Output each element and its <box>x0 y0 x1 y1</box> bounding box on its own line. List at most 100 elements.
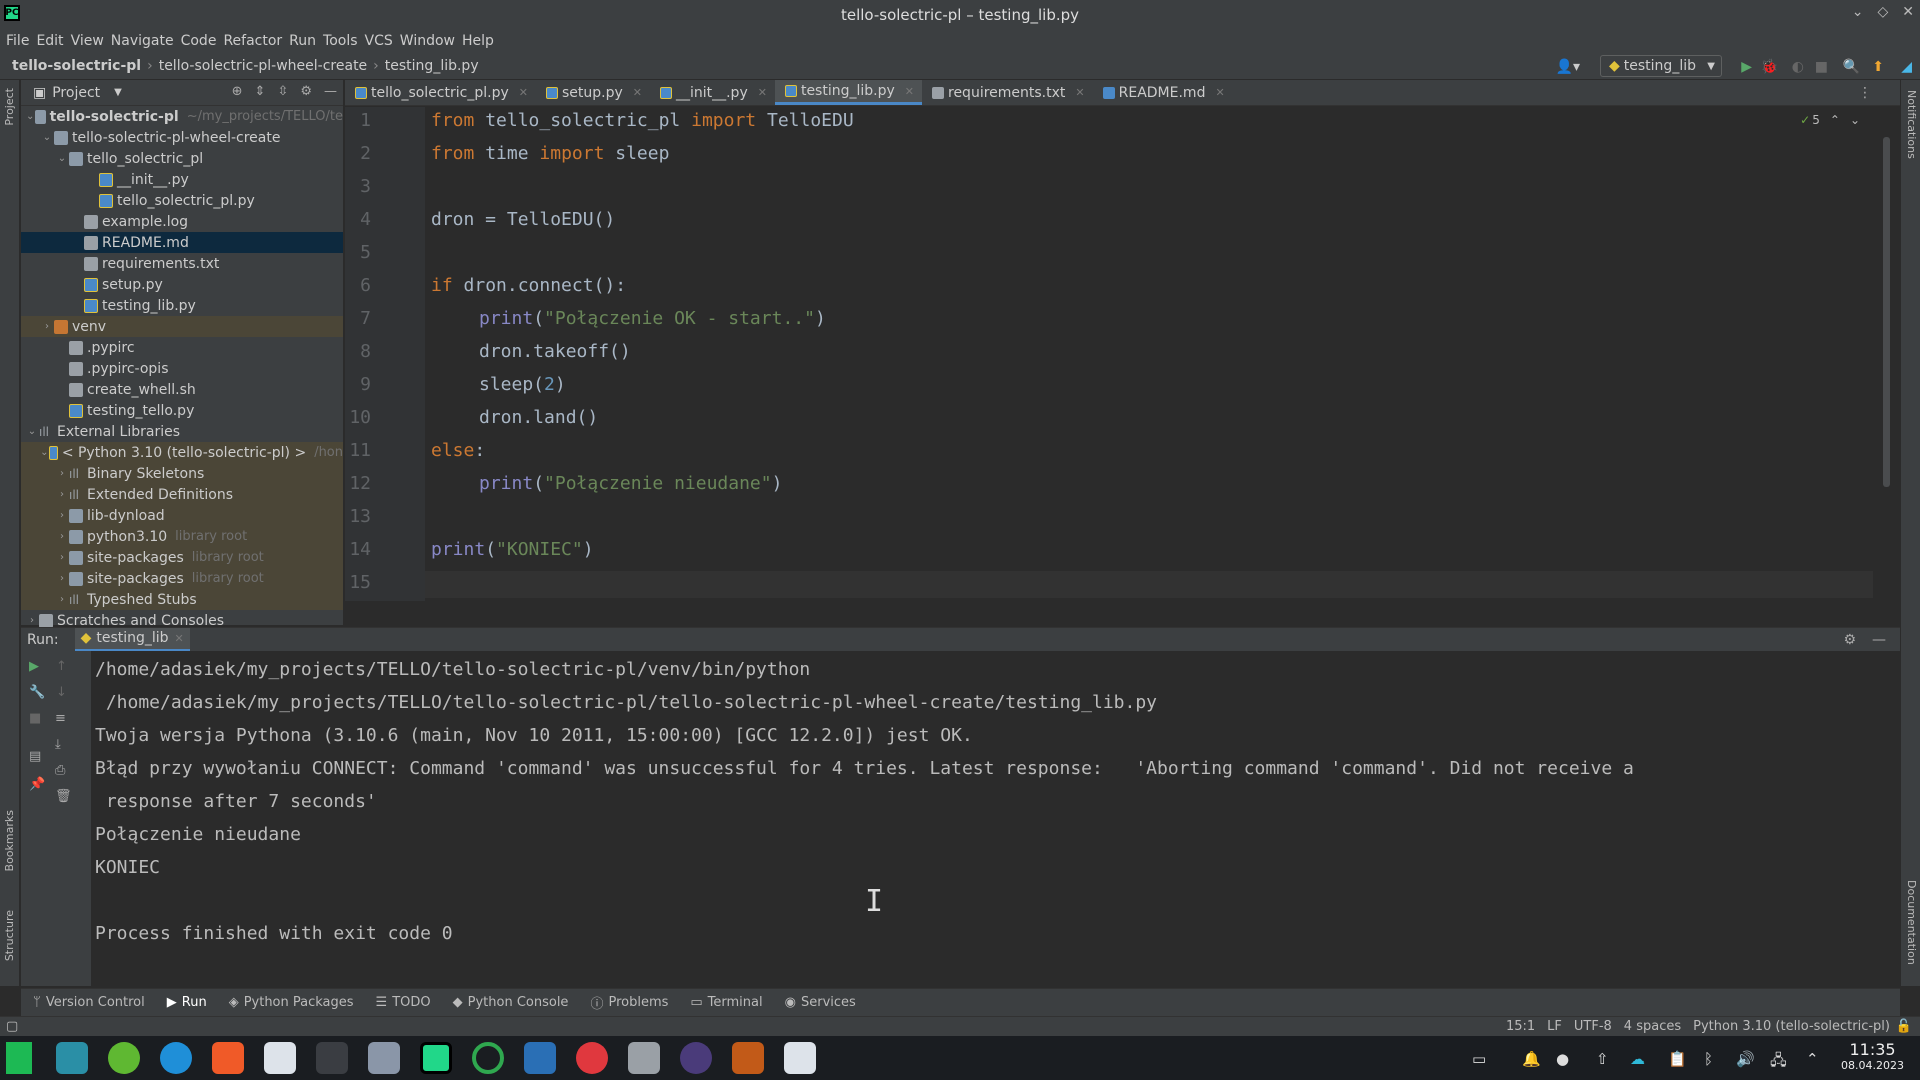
chevron-right-icon[interactable]: › <box>55 468 69 479</box>
tree-item[interactable]: › venv <box>21 316 343 337</box>
layout-icon[interactable]: ▤ <box>29 749 41 764</box>
status-line-separator[interactable]: LF <box>1547 1019 1562 1034</box>
arrow-up-icon[interactable]: ↑ <box>56 659 67 674</box>
tree-item[interactable]: setup.py <box>21 274 343 295</box>
scroll-end-icon[interactable]: ⤓ <box>55 737 61 752</box>
chevron-down-icon[interactable]: ⌄ <box>1850 113 1860 127</box>
status-interpreter[interactable]: Python 3.10 (tello-solectric-pl) <box>1693 1019 1890 1034</box>
menu-tools[interactable]: Tools <box>323 33 365 49</box>
pycharm-app-icon[interactable] <box>420 1042 452 1074</box>
status-position[interactable]: 15:1 <box>1506 1019 1535 1034</box>
menu-vcs[interactable]: VCS <box>365 33 400 49</box>
terminal-app-icon[interactable] <box>316 1042 348 1074</box>
soft-wrap-icon[interactable]: ≡ <box>55 711 66 726</box>
volume-icon[interactable]: 🔊 <box>1736 1050 1755 1068</box>
collapse-all-icon[interactable]: ⇳ <box>277 84 288 99</box>
search-icon[interactable]: 🔍 <box>1843 59 1860 75</box>
close-icon[interactable]: ✕ <box>1075 86 1084 99</box>
menu-refactor[interactable]: Refactor <box>223 33 289 49</box>
menu-navigate[interactable]: Navigate <box>111 33 181 49</box>
chevron-right-icon[interactable]: › <box>55 510 69 521</box>
locate-icon[interactable]: ⊕ <box>232 84 243 99</box>
run-console[interactable]: /home/adasiek/my_projects/TELLO/tello-so… <box>91 651 1900 986</box>
tree-item[interactable]: create_whell.sh <box>21 379 343 400</box>
chevron-down-icon[interactable]: ⌄ <box>55 153 69 164</box>
tree-item[interactable]: example.log <box>21 211 343 232</box>
clipboard-icon[interactable]: 📋 <box>1668 1050 1687 1068</box>
wrench-icon[interactable]: 🔧 <box>29 685 45 700</box>
editor-tab[interactable]: setup.py ✕ <box>536 80 650 105</box>
tree-item[interactable]: tello_solectric_pl.py <box>21 190 343 211</box>
pin-icon[interactable]: 📌 <box>29 777 45 792</box>
project-panel-title[interactable]: Project <box>52 85 100 101</box>
plugin-icon[interactable]: ◢ <box>1901 59 1912 75</box>
chevron-right-icon[interactable]: › <box>55 573 69 584</box>
tree-item[interactable]: testing_lib.py <box>21 295 343 316</box>
sync-app-icon[interactable] <box>472 1042 504 1074</box>
close-icon[interactable]: ✕ <box>758 86 767 99</box>
stop-icon[interactable]: ■ <box>29 711 41 726</box>
tree-item[interactable]: › lib-dynload <box>21 505 343 526</box>
editor-scrollbar[interactable] <box>1883 137 1890 487</box>
chevron-right-icon[interactable]: › <box>25 615 39 626</box>
chevron-up-icon[interactable]: ⌃ <box>1806 1050 1819 1068</box>
sleek-app-icon[interactable] <box>680 1042 712 1074</box>
menu-window[interactable]: Window <box>400 33 462 49</box>
tool-python-console[interactable]: ◆ Python Console <box>453 995 569 1010</box>
chevron-down-icon[interactable]: ⌄ <box>40 132 54 143</box>
minimize-icon[interactable]: ⌄ <box>1852 4 1864 20</box>
expand-all-icon[interactable]: ⇕ <box>255 84 266 99</box>
menu-help[interactable]: Help <box>462 33 501 49</box>
status-encoding[interactable]: UTF-8 <box>1574 1019 1612 1034</box>
status-indent[interactable]: 4 spaces <box>1624 1019 1681 1034</box>
close-icon[interactable]: ✕ <box>633 86 642 99</box>
breadcrumb-file[interactable]: testing_lib.py <box>385 58 479 74</box>
side-tab-project[interactable]: Project <box>3 88 16 126</box>
tree-item[interactable]: .pypirc <box>21 337 343 358</box>
vivaldi-browser-icon[interactable] <box>576 1042 608 1074</box>
chevron-down-icon[interactable]: ⌄ <box>25 111 35 122</box>
tree-item[interactable]: › ıll Binary Skeletons <box>21 463 343 484</box>
inspection-widget[interactable]: ✓ 5 ⌃ ⌄ <box>1800 113 1860 127</box>
chevron-right-icon[interactable]: › <box>55 594 69 605</box>
menu-file[interactable]: File <box>6 33 36 49</box>
tree-item[interactable]: .pypirc-opis <box>21 358 343 379</box>
color-picker-icon[interactable]: ● <box>1556 1050 1569 1068</box>
tool-todo[interactable]: ☰ TODO <box>376 995 431 1010</box>
tree-item[interactable]: › ıll Extended Definitions <box>21 484 343 505</box>
menu-code[interactable]: Code <box>181 33 224 49</box>
tree-item[interactable]: › python3.10 library root <box>21 526 343 547</box>
more-tabs-icon[interactable]: ⋮ <box>1858 85 1872 101</box>
run-tab[interactable]: ◆ testing_lib ✕ <box>74 627 190 652</box>
close-icon[interactable]: ✕ <box>905 85 914 98</box>
run-icon[interactable]: ▶ <box>1741 59 1752 75</box>
screenshot-app-icon[interactable] <box>368 1042 400 1074</box>
document-viewer-icon[interactable] <box>264 1042 296 1074</box>
tree-item[interactable]: › site-packages library root <box>21 568 343 589</box>
tree-item[interactable]: ⌄ tello-solectric-pl-wheel-create <box>21 127 343 148</box>
menu-run[interactable]: Run <box>289 33 323 49</box>
maximize-icon[interactable]: ◇ <box>1877 4 1888 20</box>
chevron-right-icon[interactable]: › <box>40 321 54 332</box>
tool-run[interactable]: ▶ Run <box>167 995 207 1010</box>
breadcrumb-project[interactable]: tello-solectric-pl <box>12 58 141 74</box>
crt-app-icon[interactable] <box>732 1042 764 1074</box>
run-configuration-select[interactable]: ◆ testing_lib ▼ <box>1600 55 1722 77</box>
tree-item[interactable]: › ıll Typeshed Stubs <box>21 589 343 610</box>
tool-terminal[interactable]: ▭ Terminal <box>690 995 762 1010</box>
gear-icon[interactable]: ⚙ <box>300 84 312 99</box>
tree-item[interactable]: › site-packages library root <box>21 547 343 568</box>
writer-app-icon[interactable] <box>524 1042 556 1074</box>
arrow-down-icon[interactable]: ↓ <box>56 685 67 700</box>
show-desktop-icon[interactable]: ▭ <box>1472 1050 1486 1068</box>
downloader-icon[interactable] <box>108 1042 140 1074</box>
file-manager-icon[interactable] <box>56 1042 88 1074</box>
tree-item[interactable]: README.md <box>21 232 343 253</box>
editor-tab[interactable]: README.md ✕ <box>1093 80 1233 105</box>
close-icon[interactable]: ✕ <box>1215 86 1224 99</box>
brave-browser-icon[interactable] <box>212 1042 244 1074</box>
manjaro-menu-icon[interactable] <box>6 1042 32 1074</box>
chevron-up-icon[interactable]: ⌃ <box>1830 113 1840 127</box>
side-tab-bookmarks[interactable]: Bookmarks <box>3 810 16 871</box>
side-tab-documentation[interactable]: Documentation <box>1905 880 1918 965</box>
